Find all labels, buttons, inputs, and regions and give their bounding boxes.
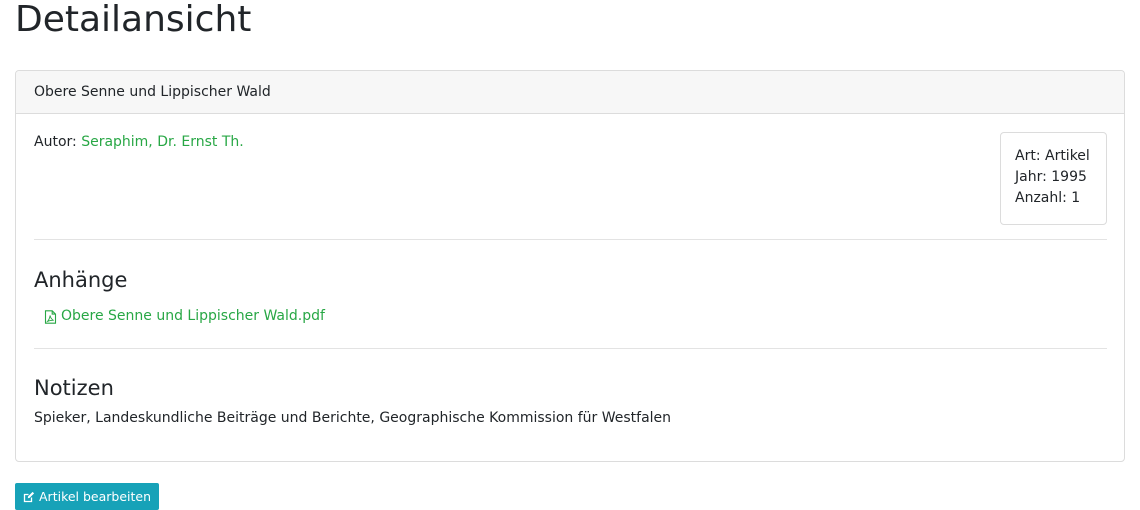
- author-label: Autor:: [34, 134, 77, 150]
- divider: [34, 348, 1107, 349]
- notes-text: Spieker, Landeskundliche Beiträge und Be…: [34, 410, 672, 426]
- card-header-title: Obere Senne und Lippischer Wald: [16, 71, 1124, 114]
- edit-article-button[interactable]: Artikel bearbeiten: [15, 483, 159, 510]
- pdf-file-icon: [44, 309, 57, 324]
- edit-icon: [23, 491, 35, 502]
- info-count: Anzahl: 1: [1015, 190, 1081, 206]
- attachment-link[interactable]: Obere Senne und Lippischer Wald.pdf: [44, 307, 325, 325]
- attachment-label: Obere Senne und Lippischer Wald.pdf: [61, 308, 325, 324]
- divider: [34, 239, 1107, 240]
- info-year: Jahr: 1995: [1015, 169, 1087, 185]
- author-link[interactable]: Seraphim, Dr. Ernst Th.: [81, 134, 244, 150]
- attachments-title: Anhänge: [34, 268, 128, 292]
- info-type: Art: Artikel: [1015, 148, 1090, 164]
- detail-card: Obere Senne und Lippischer Wald Autor: S…: [15, 70, 1125, 462]
- info-box: Art: Artikel Jahr: 1995 Anzahl: 1: [1000, 132, 1107, 225]
- page-title: Detailansicht: [15, 0, 252, 40]
- notes-title: Notizen: [34, 376, 114, 400]
- author-row: Autor: Seraphim, Dr. Ernst Th.: [34, 133, 244, 151]
- edit-article-label: Artikel bearbeiten: [39, 489, 152, 504]
